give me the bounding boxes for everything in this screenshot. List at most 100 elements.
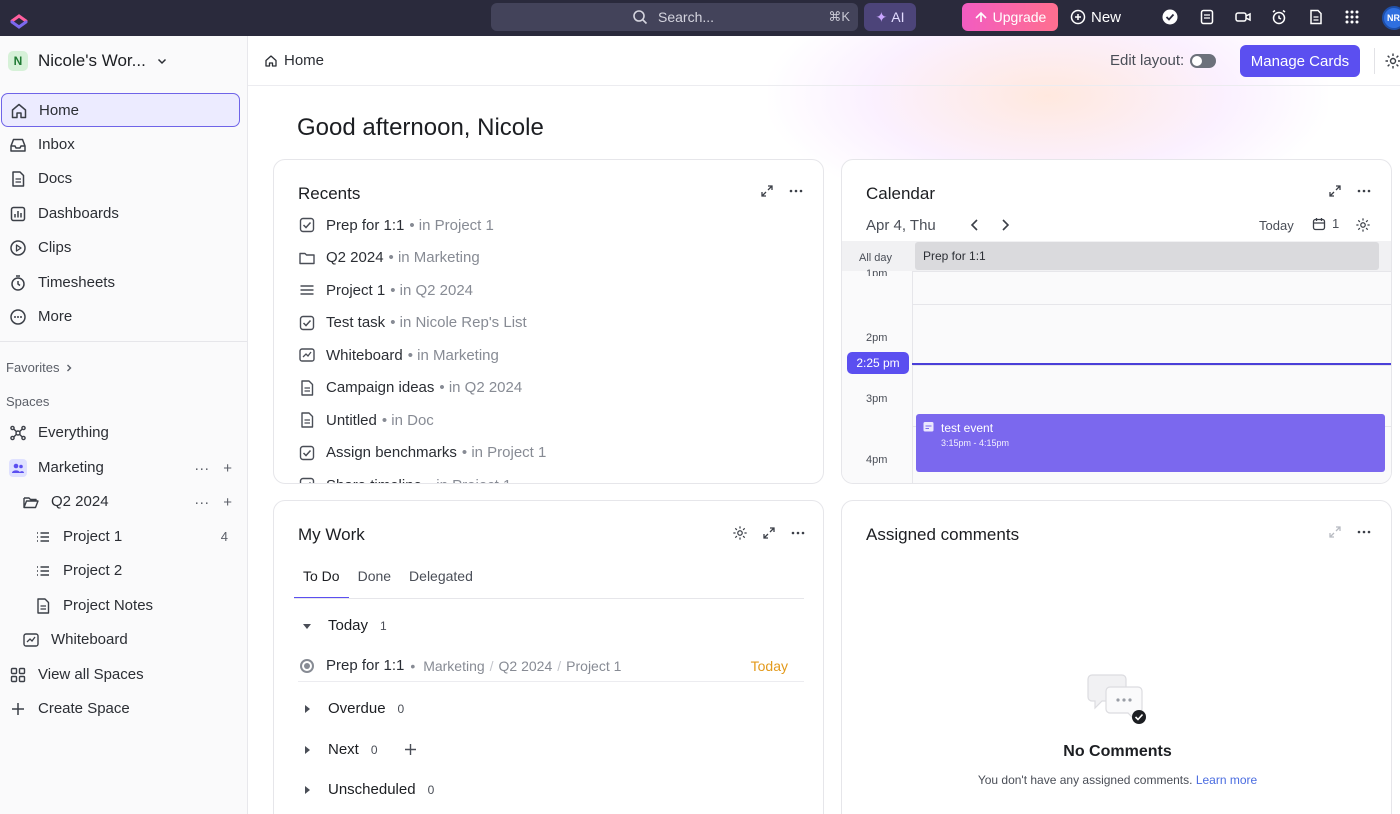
expand-icon[interactable] [1328, 525, 1342, 539]
recent-item[interactable]: Campaign ideas • in Q2 2024 [298, 372, 522, 404]
recent-item[interactable]: Q2 2024 • in Marketing [298, 242, 480, 274]
more-dots-icon[interactable] [1356, 525, 1372, 539]
doc-icon [12, 171, 25, 187]
sidebar-item-label: Timesheets [38, 274, 115, 291]
sidebar-view-all-spaces[interactable]: View all Spaces [0, 658, 248, 692]
sidebar-item-inbox[interactable]: Inbox [0, 128, 248, 162]
tab-to-do[interactable]: To Do [294, 565, 349, 599]
card-tools [732, 525, 806, 541]
my-work-tabs: To Do Done Delegated [294, 565, 482, 599]
list-icon [298, 281, 316, 299]
calendar-today-button[interactable]: Today [1259, 218, 1294, 233]
edit-layout-toggle[interactable] [1190, 54, 1216, 68]
recent-item[interactable]: Assign benchmarks • in Project 1 [298, 437, 546, 469]
favorites-header[interactable]: Favorites [6, 360, 74, 375]
ai-button[interactable]: ✦ AI [864, 3, 916, 31]
sidebar-create-space[interactable]: Create Space [0, 692, 248, 726]
user-avatar[interactable]: NR [1382, 6, 1400, 30]
task-due-date[interactable]: Today [751, 658, 788, 674]
sidebar-item-label: Project Notes [63, 597, 154, 614]
recent-item[interactable]: Project 1 • in Q2 2024 [298, 274, 473, 306]
card-title: Recents [298, 184, 361, 203]
plus-icon[interactable]: + [223, 460, 232, 477]
more-dots-icon[interactable] [790, 526, 806, 540]
alarm-clock-icon[interactable] [1270, 8, 1288, 26]
sidebar-doc-project-notes[interactable]: Project Notes [0, 589, 248, 623]
search-bar[interactable]: Search... ⌘K [491, 3, 858, 31]
manage-cards-button[interactable]: Manage Cards [1240, 45, 1360, 77]
whiteboard-icon [23, 633, 39, 647]
sidebar-item-label: Dashboards [38, 205, 119, 222]
tab-delegated[interactable]: Delegated [400, 565, 482, 599]
chevron-left-icon[interactable] [968, 217, 982, 233]
more-dots-icon[interactable]: ··· [194, 494, 209, 511]
group-today[interactable]: Today 1 [302, 617, 387, 634]
sidebar-item-label: View all Spaces [38, 666, 144, 683]
check-circle-icon[interactable] [1161, 8, 1179, 26]
tab-done[interactable]: Done [349, 565, 400, 599]
recent-item-location: • in Q2 2024 [390, 281, 474, 299]
expand-icon[interactable] [760, 184, 774, 198]
header-separator [1374, 48, 1375, 74]
recent-item[interactable]: Whiteboard • in Marketing [298, 339, 499, 371]
more-dots-icon[interactable]: ··· [194, 460, 209, 477]
calendar-icon [1312, 217, 1326, 230]
sidebar-space-everything[interactable]: Everything [0, 416, 248, 450]
apps-grid-icon[interactable] [1343, 8, 1361, 26]
plus-icon [12, 703, 24, 715]
task-status-icon[interactable] [300, 658, 314, 673]
breadcrumb[interactable]: Home [264, 52, 324, 69]
expand-icon[interactable] [762, 526, 776, 540]
gear-icon[interactable] [1384, 52, 1400, 70]
caret-right-icon [305, 745, 310, 754]
calendar-event[interactable]: test event 3:15pm - 4:15pm [916, 414, 1385, 472]
calendar-days-selector[interactable]: 1 [1312, 216, 1339, 231]
sidebar-item-home[interactable]: Home [1, 93, 240, 127]
video-icon[interactable] [1234, 8, 1252, 26]
recent-item[interactable]: Test task • in Nicole Rep's List [298, 307, 527, 339]
sidebar-item-dashboards[interactable]: Dashboards [0, 197, 248, 231]
recent-item[interactable]: Share timeline • in Project 1 [298, 469, 511, 484]
empty-state-text: You don't have any assigned comments. Le… [842, 773, 1391, 787]
plus-icon[interactable] [404, 743, 417, 756]
group-count: 0 [427, 782, 435, 797]
all-day-event[interactable]: Prep for 1:1 [915, 242, 1379, 270]
workspace-switcher[interactable]: N Nicole's Wor... [8, 51, 168, 71]
new-button[interactable]: New [1070, 3, 1130, 31]
chevron-right-icon[interactable] [998, 217, 1012, 233]
recent-item-location: • in Project 1 [427, 477, 511, 484]
recent-item[interactable]: Untitled • in Doc [298, 404, 434, 436]
sidebar-item-more[interactable]: More [0, 300, 248, 334]
more-circle-icon [10, 309, 26, 325]
recent-item-name: Assign benchmarks [326, 444, 457, 461]
document-icon[interactable] [1307, 8, 1325, 26]
more-dots-icon[interactable] [788, 184, 804, 198]
notepad-icon[interactable] [1198, 8, 1216, 26]
sidebar-list-project-2[interactable]: Project 2 [0, 554, 248, 588]
team-icon [9, 459, 27, 477]
task-row[interactable]: Prep for 1:1 • Marketing / Q2 2024/Project… [298, 650, 804, 682]
sidebar-whiteboard[interactable]: Whiteboard [0, 623, 248, 657]
gear-icon[interactable] [1355, 217, 1371, 233]
clickup-logo-icon[interactable] [8, 7, 30, 29]
sidebar-item-docs[interactable]: Docs [0, 162, 248, 196]
sidebar-folder-q2-2024[interactable]: Q2 2024 ··· + [0, 485, 248, 519]
group-unscheduled[interactable]: Unscheduled 0 [302, 781, 434, 798]
stopwatch-icon [11, 275, 25, 291]
plus-icon[interactable]: + [223, 494, 232, 511]
hour-label: 2pm [866, 332, 888, 344]
sidebar-item-timesheets[interactable]: Timesheets [0, 266, 248, 300]
gear-icon[interactable] [732, 525, 748, 541]
group-next[interactable]: Next 0 [302, 741, 417, 758]
upgrade-button[interactable]: Upgrade [962, 3, 1058, 31]
learn-more-link[interactable]: Learn more [1196, 773, 1257, 787]
main-content: Home Edit layout: Manage Cards Good afte… [248, 36, 1400, 814]
group-overdue[interactable]: Overdue 0 [302, 700, 404, 717]
sidebar-space-marketing[interactable]: Marketing ··· + [0, 451, 248, 485]
expand-icon[interactable] [1328, 184, 1342, 198]
recent-item[interactable]: Prep for 1:1 • in Project 1 [298, 209, 494, 241]
sidebar-list-project-1[interactable]: Project 1 4 [0, 520, 248, 554]
sidebar-item-clips[interactable]: Clips [0, 231, 248, 265]
play-icon [10, 240, 26, 256]
more-dots-icon[interactable] [1356, 184, 1372, 198]
